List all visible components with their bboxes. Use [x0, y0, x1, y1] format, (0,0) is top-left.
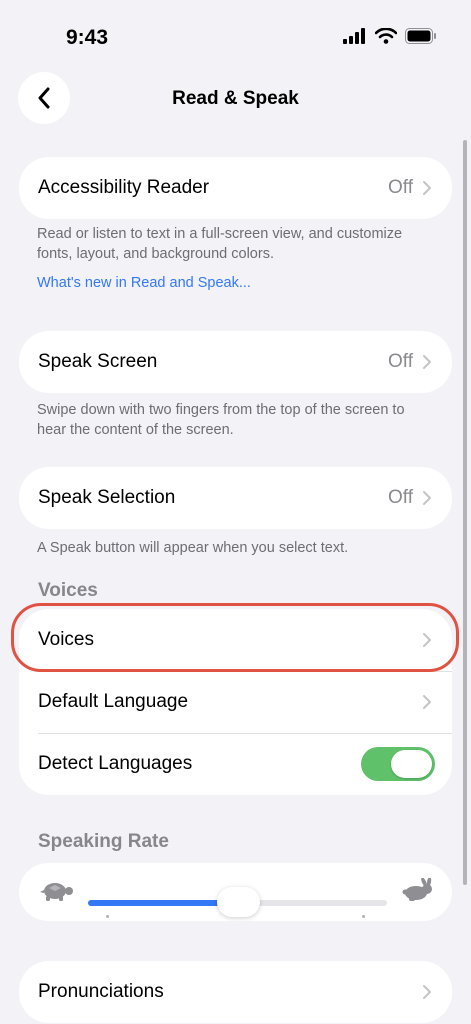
detect-languages-row: Detect Languages	[19, 733, 452, 795]
slider-tick	[106, 915, 109, 918]
accessibility-reader-value: Off	[388, 177, 413, 198]
voices-section-header: Voices	[38, 580, 98, 601]
speaking-rate-slider[interactable]	[88, 887, 387, 917]
status-icons	[343, 28, 437, 44]
speak-screen-footnote: Swipe down with two fingers from the top…	[37, 402, 405, 438]
battery-icon	[405, 28, 436, 44]
wifi-icon	[375, 28, 397, 44]
accessibility-reader-footnote: Read or listen to text in a full-screen …	[37, 226, 403, 262]
toggle-knob	[391, 750, 432, 778]
speak-selection-card: Speak Selection Off	[19, 467, 452, 529]
accessibility-reader-row[interactable]: Accessibility Reader Off	[19, 157, 452, 219]
status-bar: 9:43	[0, 0, 471, 70]
speak-screen-row[interactable]: Speak Screen Off	[19, 331, 452, 393]
pronunciations-card: Pronunciations	[19, 961, 452, 1023]
whats-new-link[interactable]: What's new in Read and Speak...	[37, 273, 437, 293]
speak-selection-footnote: A Speak button will appear when you sele…	[37, 540, 349, 556]
chevron-right-icon	[423, 985, 431, 999]
slider-fill	[88, 900, 238, 906]
cellular-signal-icon	[343, 28, 365, 44]
default-language-row[interactable]: Default Language	[19, 671, 452, 733]
speaking-rate-section-header: Speaking Rate	[38, 831, 169, 852]
turtle-icon	[40, 883, 73, 901]
pronunciations-row[interactable]: Pronunciations	[19, 961, 452, 1023]
speaking-rate-card	[19, 863, 452, 921]
detect-languages-label: Detect Languages	[38, 753, 193, 774]
page-title: Read & Speak	[172, 88, 299, 109]
speak-selection-label: Speak Selection	[38, 487, 176, 508]
pronunciations-label: Pronunciations	[38, 981, 164, 1002]
detect-languages-toggle[interactable]	[361, 747, 435, 781]
status-time: 9:43	[66, 26, 109, 49]
speak-selection-value: Off	[388, 487, 413, 508]
default-language-label: Default Language	[38, 691, 189, 712]
rabbit-icon	[402, 878, 432, 901]
slider-thumb[interactable]	[216, 887, 260, 917]
speak-screen-label: Speak Screen	[38, 351, 158, 372]
voices-highlight-outline	[11, 603, 459, 672]
accessibility-reader-label: Accessibility Reader	[38, 177, 210, 198]
slider-tick	[362, 915, 365, 918]
navigation-bar: Read & Speak	[0, 70, 471, 130]
chevron-right-icon	[423, 491, 431, 505]
chevron-right-icon	[423, 695, 431, 709]
chevron-right-icon	[423, 181, 431, 195]
scrollbar[interactable]	[463, 140, 467, 885]
chevron-right-icon	[423, 355, 431, 369]
speak-selection-row[interactable]: Speak Selection Off	[19, 467, 452, 529]
speak-screen-card: Speak Screen Off	[19, 331, 452, 393]
accessibility-reader-card: Accessibility Reader Off	[19, 157, 452, 219]
speak-screen-value: Off	[388, 351, 413, 372]
